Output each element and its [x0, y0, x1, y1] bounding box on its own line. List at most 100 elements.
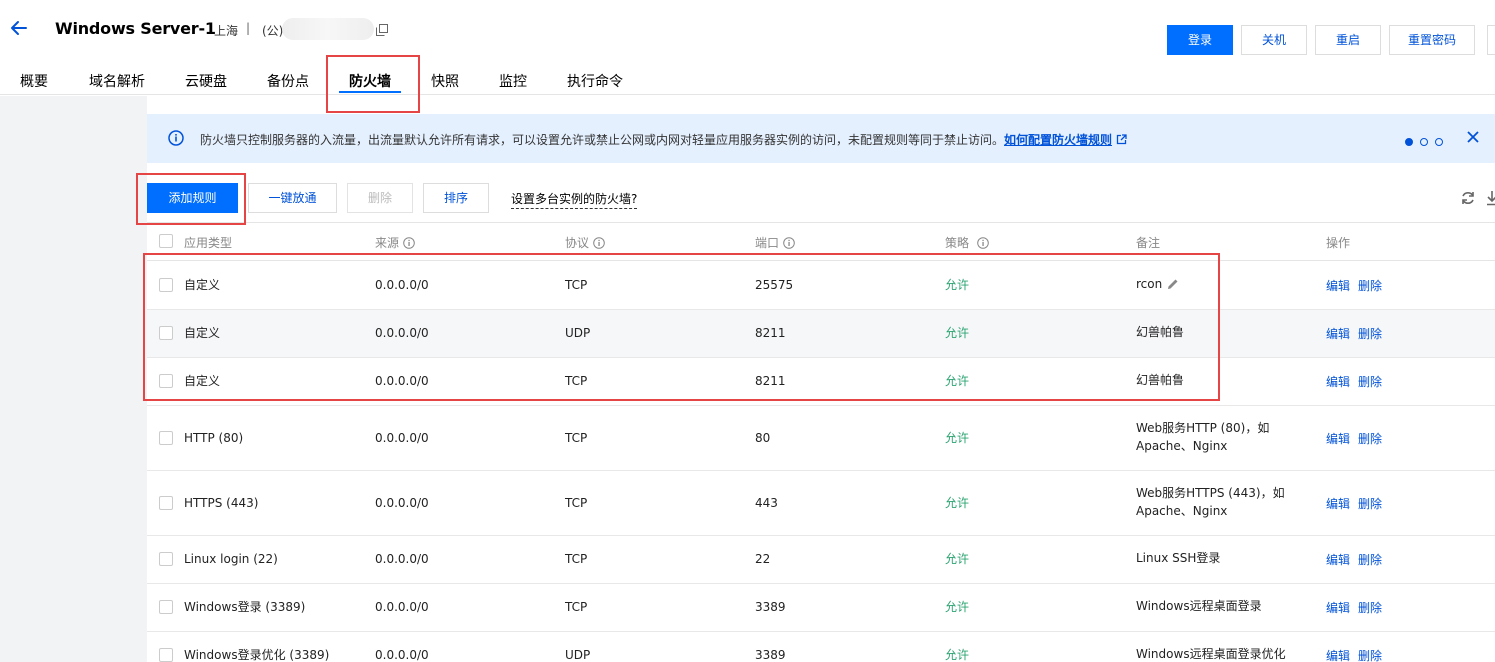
row-checkbox[interactable] [159, 600, 173, 614]
delete-link[interactable]: 删除 [1358, 495, 1382, 512]
select-all-checkbox[interactable] [159, 234, 173, 248]
restart-button[interactable]: 重启 [1315, 25, 1381, 55]
help-icon[interactable] [783, 237, 795, 249]
firewall-help-link[interactable]: 如何配置防火墙规则 [1004, 133, 1112, 147]
help-icon[interactable] [977, 237, 989, 249]
cell-note: Linux SSH登录 [1136, 551, 1221, 565]
cell-port: 22 [755, 552, 771, 566]
public-ip-label: (公) [262, 24, 284, 38]
cell-source: 0.0.0.0/0 [375, 431, 429, 445]
cell-port: 3389 [755, 648, 786, 662]
delete-link[interactable]: 删除 [1358, 430, 1382, 447]
cell-policy: 允许 [945, 326, 970, 340]
cell-port: 80 [755, 431, 771, 445]
left-gutter [0, 96, 147, 662]
note-text: rcon [1136, 277, 1163, 291]
info-icon [168, 130, 184, 146]
help-icon[interactable] [403, 237, 415, 249]
row-checkbox[interactable] [159, 552, 173, 566]
table-row: 自定义 0.0.0.0/0 TCP 25575 允许 rcon 编辑 删除 [147, 262, 1495, 310]
row-checkbox[interactable] [159, 431, 173, 445]
cell-note: 幻兽帕鲁 [1136, 373, 1185, 387]
row-checkbox[interactable] [159, 278, 173, 292]
delete-link[interactable]: 删除 [1358, 551, 1382, 568]
table-row: Windows登录 (3389) 0.0.0.0/0 TCP 3389 允许 W… [147, 584, 1495, 632]
delete-button[interactable]: 删除 [347, 183, 413, 213]
delete-link[interactable]: 删除 [1358, 325, 1382, 342]
cell-app-type: 自定义 [184, 326, 221, 340]
download-icon[interactable] [1486, 190, 1495, 206]
cell-app-type: Linux login (22) [184, 552, 278, 566]
cell-note: rcon [1136, 275, 1179, 293]
edit-link[interactable]: 编辑 [1326, 599, 1350, 616]
login-button[interactable]: 登录 [1167, 25, 1233, 55]
cell-protocol: TCP [565, 431, 588, 445]
one-click-open-button[interactable]: 一键放通 [248, 183, 337, 213]
more-button[interactable] [1487, 25, 1495, 55]
notice-banner: 防火墙只控制服务器的入流量，出流量默认允许所有请求，可以设置允许或禁止公网或内网… [147, 114, 1495, 163]
cell-source: 0.0.0.0/0 [375, 374, 429, 388]
header-source-label: 来源 [375, 236, 400, 250]
external-link-icon[interactable] [1116, 134, 1127, 145]
copy-icon[interactable] [376, 24, 388, 36]
table-header: 应用类型 来源 协议 端口 策略 备注 操作 [147, 222, 1495, 261]
header-protocol: 协议 [565, 234, 605, 251]
multi-instance-firewall-link[interactable]: 设置多台实例的防火墙? [511, 190, 638, 209]
edit-link[interactable]: 编辑 [1326, 430, 1350, 447]
row-checkbox[interactable] [159, 496, 173, 510]
refresh-icon[interactable] [1460, 190, 1476, 206]
edit-link[interactable]: 编辑 [1326, 373, 1350, 390]
delete-link[interactable]: 删除 [1358, 277, 1382, 294]
cell-note: Web服务HTTPS (443)，如 Apache、Nginx [1136, 484, 1285, 520]
cell-source: 0.0.0.0/0 [375, 552, 429, 566]
table-row: 自定义 0.0.0.0/0 TCP 8211 允许 幻兽帕鲁 编辑 删除 [147, 358, 1495, 406]
tab-monitor[interactable]: 监控 [499, 71, 527, 91]
close-icon[interactable] [1466, 130, 1480, 144]
help-icon[interactable] [593, 237, 605, 249]
table-row: 自定义 0.0.0.0/0 UDP 8211 允许 幻兽帕鲁 编辑 删除 [147, 310, 1495, 358]
carousel-dot[interactable] [1420, 138, 1428, 146]
header-app-type: 应用类型 [184, 236, 233, 250]
top-bar: Windows Server-1 上海 | (公) 登录 关机 重启 重置密码 … [0, 0, 1495, 95]
sort-button[interactable]: 排序 [423, 183, 489, 213]
cell-port: 8211 [755, 326, 786, 340]
reset-password-button[interactable]: 重置密码 [1389, 25, 1475, 55]
notice-message: 防火墙只控制服务器的入流量，出流量默认允许所有请求，可以设置允许或禁止公网或内网… [200, 133, 1005, 147]
note-line-2: Apache、Nginx [1136, 504, 1228, 518]
delete-link[interactable]: 删除 [1358, 599, 1382, 616]
notice-text: 防火墙只控制服务器的入流量，出流量默认允许所有请求，可以设置允许或禁止公网或内网… [200, 131, 1127, 148]
edit-link[interactable]: 编辑 [1326, 495, 1350, 512]
table-row: Linux login (22) 0.0.0.0/0 TCP 22 允许 Lin… [147, 536, 1495, 584]
carousel-dot[interactable] [1435, 138, 1443, 146]
edit-pencil-icon[interactable] [1167, 278, 1179, 290]
tab-overview[interactable]: 概要 [20, 71, 48, 91]
tab-backup[interactable]: 备份点 [267, 71, 309, 91]
tab-cloud-disk[interactable]: 云硬盘 [185, 71, 227, 91]
header-separator: | [246, 21, 251, 35]
edit-link[interactable]: 编辑 [1326, 647, 1350, 662]
cell-source: 0.0.0.0/0 [375, 496, 429, 510]
cell-protocol: TCP [565, 600, 588, 614]
header-port: 端口 [755, 234, 795, 251]
header-note: 备注 [1136, 236, 1161, 250]
header-port-label: 端口 [755, 236, 780, 250]
edit-link[interactable]: 编辑 [1326, 551, 1350, 568]
edit-link[interactable]: 编辑 [1326, 277, 1350, 294]
row-checkbox[interactable] [159, 648, 173, 662]
delete-link[interactable]: 删除 [1358, 647, 1382, 662]
delete-link[interactable]: 删除 [1358, 373, 1382, 390]
cell-port: 25575 [755, 278, 794, 292]
row-checkbox[interactable] [159, 374, 173, 388]
tab-snapshot[interactable]: 快照 [431, 71, 459, 91]
shutdown-button[interactable]: 关机 [1241, 25, 1307, 55]
tab-run-command[interactable]: 执行命令 [567, 71, 623, 91]
tab-domain[interactable]: 域名解析 [89, 71, 145, 91]
back-arrow-icon[interactable] [9, 18, 29, 38]
tab-firewall[interactable]: 防火墙 [349, 71, 391, 91]
carousel-dot[interactable] [1405, 138, 1413, 146]
add-rule-button[interactable]: 添加规则 [147, 183, 238, 213]
cell-protocol: TCP [565, 278, 588, 292]
row-checkbox[interactable] [159, 326, 173, 340]
edit-link[interactable]: 编辑 [1326, 325, 1350, 342]
instance-title: Windows Server-1 [55, 19, 216, 38]
